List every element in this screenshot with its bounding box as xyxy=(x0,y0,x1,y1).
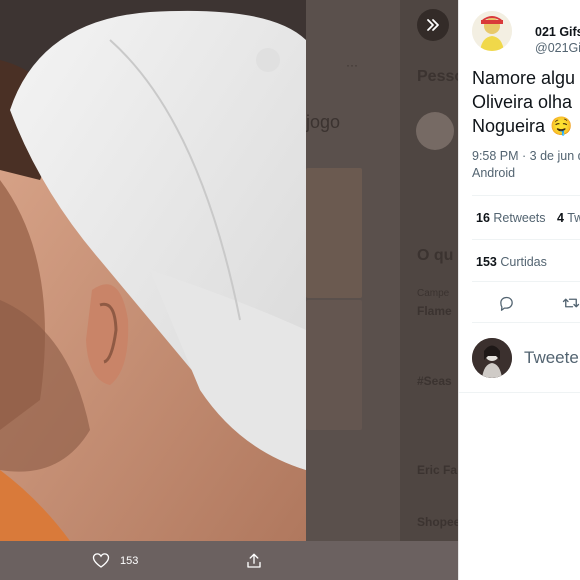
viewer-share-button[interactable] xyxy=(245,541,263,580)
author-name[interactable]: 021 Gifs xyxy=(535,25,580,39)
tweet-text: Namore algu Oliveira olha Nogueira 🤤 xyxy=(472,66,580,138)
bg-jogo-text: jogo xyxy=(306,112,341,132)
tweet-timestamp[interactable]: 9:58 PM · 3 de jun d xyxy=(472,148,580,165)
user-avatar-image xyxy=(472,338,512,378)
reply-icon xyxy=(499,296,513,311)
quote-count: 4 xyxy=(557,211,564,225)
bg-trend2-name: #Seas xyxy=(417,374,452,388)
tweet-author-row[interactable]: 021 Gifs @021Gifs_ xyxy=(472,11,580,55)
divider xyxy=(459,392,580,393)
tweet-text-line-3: Nogueira 🤤 xyxy=(472,116,573,136)
retweets-count: 16 xyxy=(476,211,490,225)
retweet-icon xyxy=(562,298,580,308)
bg-image-2 xyxy=(306,300,362,430)
bg-avatar xyxy=(416,112,454,150)
tweet-photo[interactable] xyxy=(0,0,306,541)
quote-label: Tw xyxy=(567,211,580,225)
tweet-panel: 021 Gifs @021Gifs_ Namore algu Oliveira … xyxy=(458,0,580,580)
tweet-meta: 9:58 PM · 3 de jun d Android xyxy=(472,148,580,182)
retweets-stat[interactable]: 16 Retweets xyxy=(476,211,546,225)
viewer-action-bar: 153 xyxy=(0,541,458,580)
divider xyxy=(472,322,580,323)
bg-trend3-name: Eric Fa xyxy=(417,463,458,477)
tweet-text-line-2: Oliveira olha xyxy=(472,92,573,112)
divider xyxy=(472,281,580,282)
bg-whats-title: O qu xyxy=(417,247,454,264)
quote-tweets-stat[interactable]: 4 Tw xyxy=(557,211,580,225)
viewer-like-button[interactable]: 153 xyxy=(92,541,138,580)
reply-button[interactable] xyxy=(495,292,517,314)
chevrons-right-icon xyxy=(427,19,439,31)
photo-illustration xyxy=(0,0,306,541)
retweet-button[interactable] xyxy=(560,292,580,314)
likes-label: Curtidas xyxy=(500,255,547,269)
tweet-text-line-1: Namore algu xyxy=(472,68,576,88)
author-avatar-image xyxy=(472,11,512,51)
tweet-source: Android xyxy=(472,166,516,180)
collapse-panel-button[interactable] xyxy=(417,9,449,41)
bg-trend4-name: Shopee xyxy=(417,515,461,529)
bg-image-1 xyxy=(306,168,362,298)
heart-icon xyxy=(92,552,110,568)
divider xyxy=(472,239,580,240)
reply-input[interactable]: Tweete xyxy=(524,348,579,368)
author-handle[interactable]: @021Gifs_ xyxy=(535,41,580,55)
divider xyxy=(472,195,580,196)
author-avatar[interactable] xyxy=(472,11,512,51)
viewer-like-count: 153 xyxy=(120,554,139,567)
likes-count: 153 xyxy=(476,255,497,269)
bg-trend1-name: Flame xyxy=(417,304,452,318)
share-icon xyxy=(247,553,261,568)
bg-trend1-label: Campe xyxy=(417,288,450,299)
likes-stat[interactable]: 153 Curtidas xyxy=(476,255,547,269)
retweets-label: Retweets xyxy=(493,211,546,225)
user-avatar[interactable] xyxy=(472,338,512,378)
bg-more-dots: ··· xyxy=(346,58,358,72)
